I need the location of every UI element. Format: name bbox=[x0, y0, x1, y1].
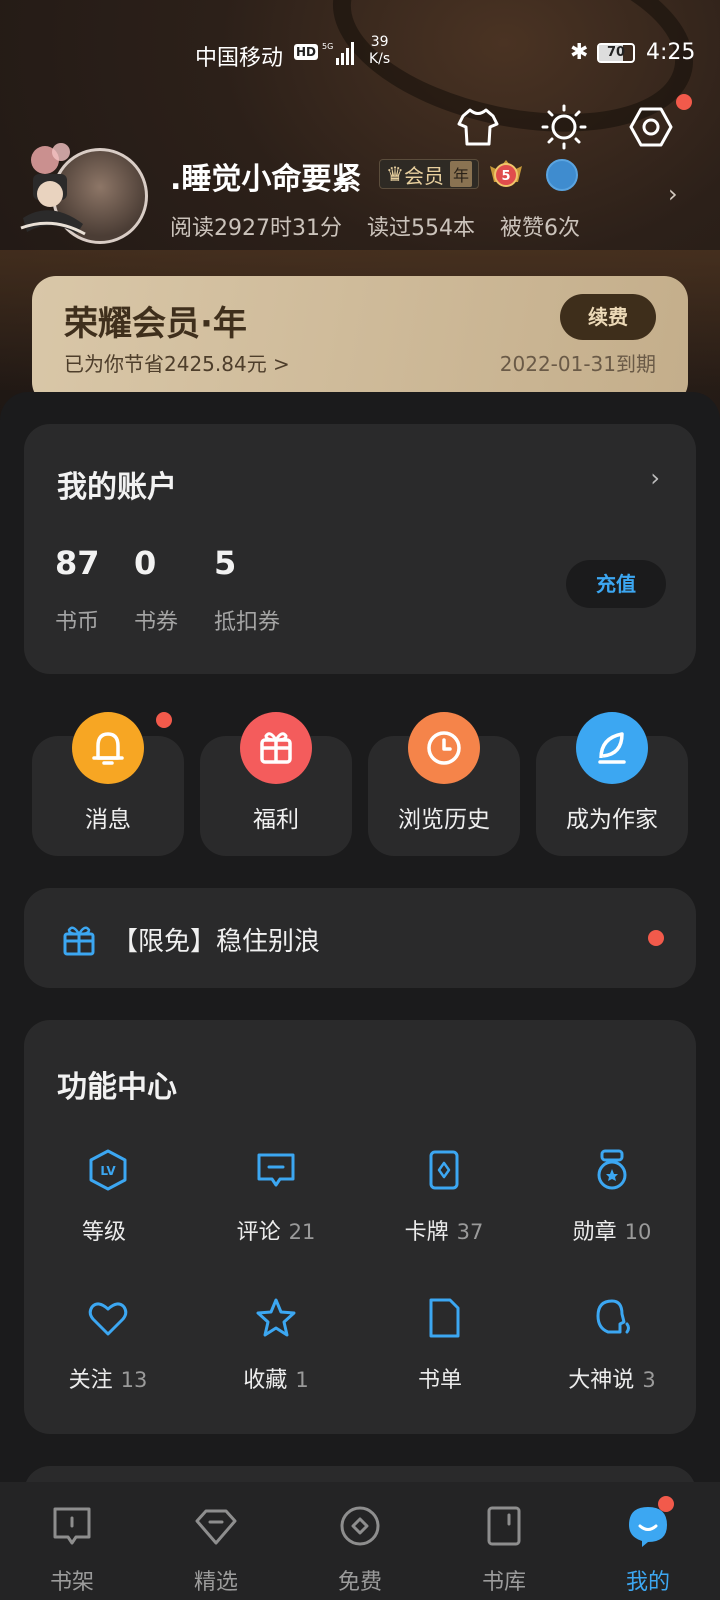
level-badge-icon[interactable]: 5 bbox=[488, 156, 524, 192]
function-item-comments[interactable]: 评论 21 bbox=[192, 1148, 360, 1246]
avatar-frame-icon bbox=[20, 143, 86, 236]
vip-expire-date: 2022-01-31到期 bbox=[499, 352, 656, 376]
function-item-booklist[interactable]: 书单 bbox=[360, 1296, 528, 1394]
function-item-great-gods-say[interactable]: 大神说 3 bbox=[528, 1296, 696, 1394]
gift-icon bbox=[240, 712, 312, 784]
vip-title: 荣耀会员·年 bbox=[64, 304, 247, 344]
quick-action-welfare[interactable]: 福利 bbox=[200, 712, 352, 856]
function-item-medals[interactable]: 勋章 10 bbox=[528, 1148, 696, 1246]
renew-button[interactable]: 续费 bbox=[560, 294, 656, 340]
likes-received: 被赞6次 bbox=[499, 216, 580, 241]
bookshelf-icon bbox=[53, 1507, 91, 1545]
books-read: 读过554本 bbox=[366, 216, 475, 241]
library-icon bbox=[487, 1506, 521, 1546]
diamond-icon bbox=[195, 1509, 237, 1545]
svg-text:5: 5 bbox=[501, 169, 510, 184]
quick-action-messages[interactable]: 消息 bbox=[32, 712, 184, 856]
network-speed: 39 K/s bbox=[369, 34, 391, 67]
comment-icon bbox=[257, 1153, 295, 1187]
vip-term-label: 年 bbox=[449, 161, 472, 187]
function-item-following[interactable]: 关注 13 bbox=[24, 1296, 192, 1394]
clock-time: 4:25 bbox=[646, 40, 696, 65]
qq-icon[interactable] bbox=[546, 159, 578, 191]
quick-action-become-author[interactable]: 成为作家 bbox=[536, 712, 688, 856]
vouchers-label: 抵扣券 bbox=[214, 610, 281, 635]
bottom-tab-bar: 书架 精选 免费 书库 我的 bbox=[0, 1482, 720, 1600]
tab-bookshelf[interactable]: 书架 bbox=[0, 1482, 144, 1600]
messages-notification-dot bbox=[156, 712, 172, 728]
vip-savings[interactable]: 已为你节省2425.84元 > bbox=[64, 348, 290, 377]
svg-text:LV: LV bbox=[100, 1164, 116, 1178]
book-tickets-value[interactable]: 0 bbox=[134, 544, 156, 582]
quill-icon bbox=[576, 712, 648, 784]
book-coins-label: 书币 bbox=[55, 610, 100, 635]
free-icon bbox=[340, 1506, 380, 1546]
tab-library[interactable]: 书库 bbox=[432, 1482, 576, 1600]
vip-badge[interactable]: ♛ 会员 年 bbox=[379, 159, 479, 189]
speaker-icon bbox=[596, 1299, 630, 1334]
medal-icon bbox=[597, 1149, 627, 1190]
clock-icon bbox=[408, 712, 480, 784]
bluetooth-icon: ✱ bbox=[570, 40, 589, 65]
settings-icon[interactable] bbox=[628, 104, 674, 150]
function-item-level[interactable]: LV 等级 bbox=[24, 1148, 192, 1246]
signal-icon: 5G bbox=[322, 42, 354, 65]
function-center-card: 功能中心 LV 等级 评论 21 卡牌 37 勋章 10 关注 13 收藏 1 … bbox=[24, 1020, 696, 1434]
carrier-name: 中国移动 bbox=[195, 46, 284, 71]
status-bar: 中国移动 HD 5G 39 K/s ✱ 70 4:25 bbox=[0, 34, 720, 72]
account-card[interactable]: 我的账户 › 87 书币 0 书券 5 抵扣券 充值 bbox=[24, 424, 696, 674]
star-icon bbox=[256, 1298, 296, 1337]
recharge-button[interactable]: 充值 bbox=[566, 560, 666, 608]
quick-action-label: 成为作家 bbox=[566, 807, 658, 833]
bell-icon bbox=[72, 712, 144, 784]
book-tickets-label: 书券 bbox=[134, 610, 179, 635]
gift-icon bbox=[63, 926, 95, 956]
vip-badge-label: 会员 bbox=[403, 163, 444, 188]
battery-icon: 70 bbox=[597, 43, 635, 63]
quick-action-label: 福利 bbox=[253, 807, 299, 833]
limited-free-banner[interactable]: 【限免】稳住别浪 bbox=[24, 888, 696, 988]
tab-mine[interactable]: 我的 bbox=[576, 1482, 720, 1600]
crown-icon: ♛ bbox=[386, 162, 404, 186]
level-icon: LV bbox=[89, 1149, 127, 1191]
function-item-cards[interactable]: 卡牌 37 bbox=[360, 1148, 528, 1246]
vouchers-value[interactable]: 5 bbox=[214, 544, 236, 582]
promo-notification-dot bbox=[648, 930, 664, 946]
function-item-favorites[interactable]: 收藏 1 bbox=[192, 1296, 360, 1394]
heart-icon bbox=[88, 1302, 128, 1336]
book-coins-value[interactable]: 87 bbox=[55, 544, 100, 582]
tab-featured[interactable]: 精选 bbox=[144, 1482, 288, 1600]
settings-notification-dot bbox=[676, 94, 692, 110]
reading-time: 阅读2927时31分 bbox=[170, 216, 342, 241]
avatar[interactable] bbox=[17, 138, 148, 246]
reading-stats: 阅读2927时31分 读过554本 被赞6次 bbox=[170, 210, 598, 242]
booklist-icon bbox=[429, 1298, 460, 1338]
function-center-title: 功能中心 bbox=[57, 1070, 177, 1105]
outfit-icon[interactable] bbox=[455, 104, 501, 150]
username[interactable]: .睡觉小命要紧 bbox=[170, 154, 361, 198]
account-title: 我的账户 bbox=[57, 470, 177, 505]
vip-membership-card[interactable]: 荣耀会员·年 已为你节省2425.84元 > 续费 2022-01-31到期 bbox=[32, 276, 688, 406]
mine-notification-dot bbox=[658, 1496, 674, 1512]
brightness-icon[interactable] bbox=[541, 104, 587, 150]
tab-free[interactable]: 免费 bbox=[288, 1482, 432, 1600]
quick-action-label: 浏览历史 bbox=[398, 807, 490, 833]
quick-action-history[interactable]: 浏览历史 bbox=[368, 712, 520, 856]
limited-free-text: 【限免】稳住别浪 bbox=[112, 927, 321, 957]
network-type: 5G bbox=[322, 42, 333, 51]
quick-action-label: 消息 bbox=[85, 807, 131, 833]
account-chevron-right-icon[interactable]: › bbox=[650, 464, 660, 492]
profile-chevron-right-icon[interactable]: › bbox=[668, 180, 678, 208]
card-icon bbox=[429, 1150, 459, 1190]
hd-indicator: HD bbox=[294, 44, 319, 60]
